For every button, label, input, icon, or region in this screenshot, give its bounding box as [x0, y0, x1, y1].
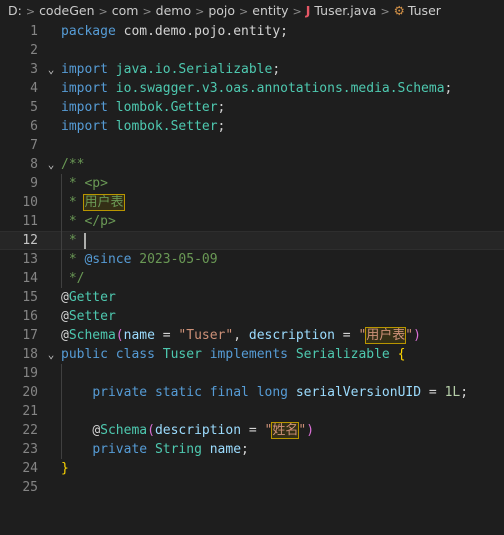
code-line[interactable]: 24 } — [0, 459, 504, 478]
code-line[interactable]: 25 — [0, 478, 504, 497]
code-line[interactable]: 1 package com.demo.pojo.entity; — [0, 22, 504, 41]
line-number: 17 — [22, 328, 38, 343]
code-text: private static final long serialVersionU… — [92, 385, 469, 400]
code-text: /** — [61, 157, 85, 172]
line-number: 2 — [30, 43, 38, 58]
breadcrumb-folder-com[interactable]: com — [112, 3, 139, 18]
code-line[interactable]: 10 * 用户表 — [0, 193, 504, 212]
code-text: @Getter — [61, 290, 116, 305]
unicode-highlight: 用户表 — [365, 327, 407, 344]
line-number: 7 — [30, 138, 38, 153]
code-text: private String name; — [92, 442, 249, 457]
line-number: 6 — [30, 119, 38, 134]
class-icon: ⚙ — [393, 3, 405, 18]
fold-chevron-icon[interactable]: ⌄ — [44, 60, 58, 79]
breadcrumb-folder-pojo[interactable]: pojo — [208, 3, 235, 18]
breadcrumb-file[interactable]: Tuser.java — [314, 3, 376, 18]
line-number: 8 — [30, 157, 38, 172]
line-number: 19 — [22, 366, 38, 381]
line-number: 25 — [22, 480, 38, 495]
code-line[interactable]: 15 @Getter — [0, 288, 504, 307]
text-cursor — [84, 232, 87, 249]
line-number: 20 — [22, 385, 38, 400]
code-text: @Schema(description = "姓名") — [92, 422, 315, 439]
code-line[interactable]: 5 import lombok.Getter; — [0, 98, 504, 117]
line-number: 13 — [22, 252, 38, 267]
code-line[interactable]: 20 private static final long serialVersi… — [0, 383, 504, 402]
line-number: 10 — [22, 195, 38, 210]
line-number: 24 — [22, 461, 38, 476]
code-line[interactable]: 7 — [0, 136, 504, 155]
code-line[interactable]: 3 ⌄ import java.io.Serializable; — [0, 60, 504, 79]
code-line[interactable]: 16 @Setter — [0, 307, 504, 326]
code-line[interactable]: 17 @Schema(name = "Tuser", description =… — [0, 326, 504, 345]
code-text: @Setter — [61, 309, 116, 324]
fold-chevron-icon[interactable]: ⌄ — [44, 155, 58, 174]
code-text: import lombok.Getter; — [61, 100, 226, 115]
chevron-right-icon: > — [195, 5, 205, 18]
code-line[interactable]: 18 ⌄ public class Tuser implements Seria… — [0, 345, 504, 364]
code-line[interactable]: 23 private String name; — [0, 440, 504, 459]
code-line[interactable]: 9 * <p> — [0, 174, 504, 193]
chevron-right-icon: > — [25, 5, 36, 18]
line-number: 21 — [22, 404, 38, 419]
code-editor[interactable]: 1 package com.demo.pojo.entity; 2 3 ⌄ im… — [0, 22, 504, 497]
code-text: } — [61, 461, 69, 476]
breadcrumb-folder-demo[interactable]: demo — [156, 3, 191, 18]
code-text: import lombok.Setter; — [61, 119, 226, 134]
chevron-right-icon: > — [142, 5, 152, 18]
unicode-highlight: 用户表 — [83, 194, 125, 211]
chevron-right-icon: > — [380, 5, 390, 18]
chevron-right-icon: > — [239, 5, 249, 18]
line-number: 18 — [22, 347, 38, 362]
chevron-right-icon: > — [98, 5, 108, 18]
breadcrumb-symbol[interactable]: Tuser — [408, 3, 441, 18]
line-number: 5 — [30, 100, 38, 115]
code-text: import io.swagger.v3.oas.annotations.med… — [61, 81, 453, 96]
code-line[interactable]: 11 * </p> — [0, 212, 504, 231]
code-text: package com.demo.pojo.entity; — [61, 24, 288, 39]
indent-guide — [61, 402, 62, 421]
unicode-highlight: 姓名 — [271, 422, 300, 439]
line-number: 1 — [30, 24, 38, 39]
indent-guide — [61, 364, 62, 383]
line-number: 23 — [22, 442, 38, 457]
code-line[interactable]: 19 — [0, 364, 504, 383]
breadcrumb-folder-codegen[interactable]: codeGen — [39, 3, 94, 18]
code-text: * </p> — [61, 214, 116, 229]
code-text: public class Tuser implements Serializab… — [61, 347, 406, 362]
breadcrumb-drive[interactable]: D: — [8, 3, 22, 18]
code-text: * @since 2023-05-09 — [61, 252, 218, 267]
code-line[interactable]: 4 import io.swagger.v3.oas.annotations.m… — [0, 79, 504, 98]
breadcrumb-folder-entity[interactable]: entity — [252, 3, 288, 18]
code-line[interactable]: 22 @Schema(description = "姓名") — [0, 421, 504, 440]
line-number: 16 — [22, 309, 38, 324]
line-number: 9 — [30, 176, 38, 191]
code-line[interactable]: 21 — [0, 402, 504, 421]
line-number: 3 — [30, 62, 38, 77]
code-text: * — [61, 232, 87, 249]
code-text: @Schema(name = "Tuser", description = "用… — [61, 327, 421, 344]
line-number: 12 — [22, 233, 38, 248]
code-line[interactable]: 14 */ — [0, 269, 504, 288]
line-number: 15 — [22, 290, 38, 305]
code-line[interactable]: 2 — [0, 41, 504, 60]
fold-chevron-icon[interactable]: ⌄ — [44, 345, 58, 364]
code-line[interactable]: 6 import lombok.Setter; — [0, 117, 504, 136]
code-text: * 用户表 — [61, 194, 125, 211]
breadcrumb: D: > codeGen > com > demo > pojo > entity > J Tuser.j… — [0, 0, 504, 22]
line-number: 4 — [30, 81, 38, 96]
code-line[interactable]: 13 * @since 2023-05-09 — [0, 250, 504, 269]
code-text: */ — [61, 271, 85, 286]
java-file-icon: J — [305, 3, 311, 18]
line-number: 22 — [22, 423, 38, 438]
chevron-right-icon: > — [292, 5, 302, 18]
code-text: * <p> — [61, 176, 108, 191]
line-number: 11 — [22, 214, 38, 229]
code-line[interactable]: 8 ⌄ /** — [0, 155, 504, 174]
code-text: import java.io.Serializable; — [61, 62, 281, 77]
code-line-current[interactable]: 12 * — [0, 231, 504, 250]
line-number: 14 — [22, 271, 38, 286]
